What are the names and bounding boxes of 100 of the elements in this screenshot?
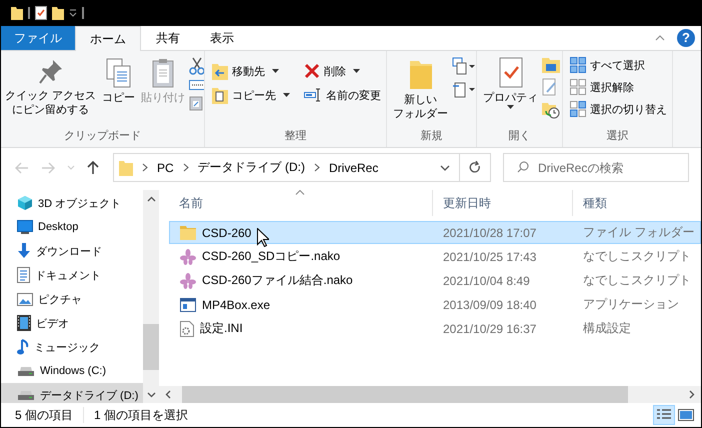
modified-date: 2021/10/04 8:49 xyxy=(442,274,531,288)
nav-item[interactable]: データドライブ (D:) xyxy=(1,383,143,403)
group-label: 新規 xyxy=(420,128,444,144)
breadcrumb[interactable]: DriveRec xyxy=(329,160,378,174)
chevron-icon[interactable] xyxy=(314,163,320,172)
delete-button[interactable]: 削除 xyxy=(301,61,384,81)
nav-item[interactable]: Desktop xyxy=(1,215,143,239)
nav-item[interactable]: ピクチャ xyxy=(1,287,143,311)
nav-item[interactable]: ミュージック xyxy=(1,335,143,359)
modified-date: 2013/09/09 18:40 xyxy=(442,298,538,312)
properties-icon[interactable] xyxy=(35,6,47,20)
up-icon[interactable] xyxy=(87,160,99,174)
move-folder-icon xyxy=(212,62,228,80)
nav-item[interactable]: Windows (C:) xyxy=(1,359,143,383)
copy-path-icon[interactable] xyxy=(189,80,204,90)
flower-icon xyxy=(180,272,196,288)
scrollbar[interactable] xyxy=(143,190,159,403)
file-tab[interactable]: ファイル xyxy=(1,26,75,50)
caret-icon xyxy=(507,105,514,109)
refresh-icon[interactable] xyxy=(469,161,481,174)
copy-icon xyxy=(104,57,133,89)
scroll-right-icon[interactable] xyxy=(689,390,695,399)
settings-file-icon xyxy=(180,320,194,336)
ribbon-tab[interactable]: 表示 xyxy=(195,26,249,50)
new-folder-button[interactable]: 新しい フォルダー xyxy=(391,55,450,123)
column-header[interactable]: 更新日時 xyxy=(433,190,573,216)
select-option[interactable]: 選択の切り替え xyxy=(567,99,670,119)
scroll-up-icon[interactable] xyxy=(146,196,156,202)
group-label: 選択 xyxy=(606,129,630,144)
file-type: アプリケーション xyxy=(582,296,680,313)
download-icon xyxy=(17,243,31,259)
pin-button[interactable]: クイック アクセス にピン留めする xyxy=(3,55,98,119)
details-view-button[interactable] xyxy=(653,405,675,425)
file-type: 構成設定 xyxy=(582,320,632,337)
copy-button[interactable]: コピー xyxy=(100,55,138,107)
file-row[interactable]: CSD-260_SDコピー.nako 2021/10/25 17:43 なでしこスクリプト xyxy=(169,245,701,268)
scroll-thumb[interactable] xyxy=(182,386,628,403)
file-name: 設定.INI xyxy=(200,320,243,337)
history-icon[interactable] xyxy=(542,101,560,119)
scroll-left-icon[interactable] xyxy=(165,390,171,399)
dropdown-icon[interactable] xyxy=(440,164,450,170)
caret-icon xyxy=(272,69,279,73)
rename-icon xyxy=(304,88,322,102)
folder-icon[interactable] xyxy=(11,6,23,20)
selection-count: 1 個の項目を選択 xyxy=(94,406,188,424)
scroll-down-icon[interactable] xyxy=(146,392,156,398)
dropdown-icon[interactable] xyxy=(69,9,77,17)
select-option[interactable]: 選択解除 xyxy=(567,77,670,97)
select-all-icon xyxy=(570,57,586,73)
collapse-ribbon-icon[interactable] xyxy=(655,35,665,41)
properties-button[interactable]: プロパティ xyxy=(481,55,540,113)
mouse-cursor-icon xyxy=(257,228,269,247)
nav-item[interactable]: ダウンロード xyxy=(1,239,143,263)
modified-date: 2021/10/25 17:43 xyxy=(442,250,538,264)
folder-icon[interactable] xyxy=(52,6,64,20)
flower-icon xyxy=(180,248,196,264)
group-label: クリップボード xyxy=(63,128,142,144)
copy-folder-icon xyxy=(212,86,228,104)
ribbon-tab[interactable]: 共有 xyxy=(141,26,195,50)
column-header[interactable]: 名前 xyxy=(169,190,433,216)
move-to-button[interactable]: 移動先 xyxy=(209,61,293,81)
modified-date: 2021/10/29 16:37 xyxy=(442,322,538,336)
details-icon xyxy=(656,408,672,422)
breadcrumb[interactable]: データドライブ (D:) xyxy=(198,159,305,176)
file-name: CSD-260ファイル結合.nako xyxy=(202,272,353,289)
nav-item[interactable]: 3D オブジェクト xyxy=(1,191,143,215)
delete-icon xyxy=(304,63,320,79)
select-option[interactable]: すべて選択 xyxy=(567,55,670,75)
caret-icon xyxy=(283,93,290,97)
scissors-icon[interactable] xyxy=(189,57,204,75)
search-field[interactable]: DriveRecの検索 xyxy=(503,153,689,182)
file-type: なでしこスクリプト xyxy=(582,248,692,265)
file-row[interactable]: MP4Box.exe 2013/09/09 18:40 アプリケーション xyxy=(169,293,701,316)
breadcrumb[interactable]: PC xyxy=(157,160,174,174)
address-bar[interactable]: PC データドライブ (D:) DriveRec xyxy=(113,153,491,182)
rename-button[interactable]: 名前の変更 xyxy=(301,85,384,105)
chevron-icon[interactable] xyxy=(182,163,189,172)
music-note-icon xyxy=(17,339,29,355)
new-item-icon[interactable] xyxy=(452,57,476,75)
chevron-icon[interactable] xyxy=(142,163,148,172)
file-name: CSD-260_SDコピー.nako xyxy=(202,248,340,265)
copy-to-button[interactable]: コピー先 xyxy=(209,85,293,105)
ribbon-tab[interactable]: ホーム xyxy=(75,26,141,51)
file-row[interactable]: 設定.INI 2021/10/29 16:37 構成設定 xyxy=(169,317,701,340)
scroll-thumb[interactable] xyxy=(143,324,159,370)
help-button[interactable]: ? xyxy=(677,29,695,47)
cube-icon xyxy=(17,195,33,211)
scrollbar[interactable] xyxy=(159,386,701,403)
properties-icon xyxy=(496,57,524,89)
nav-item[interactable]: ドキュメント xyxy=(1,263,143,287)
column-header[interactable]: 種類 xyxy=(573,190,701,216)
easy-access-icon[interactable] xyxy=(452,80,476,98)
file-name: MP4Box.exe xyxy=(202,298,270,312)
sort-icon xyxy=(295,190,305,195)
select-none-icon xyxy=(570,79,586,95)
nav-item[interactable]: ビデオ xyxy=(1,311,143,335)
file-row[interactable]: CSD-260ファイル結合.nako 2021/10/04 8:49 なでしこスクリプト xyxy=(169,269,701,292)
open-folder-icon[interactable] xyxy=(542,57,562,73)
paste-shortcut-icon[interactable] xyxy=(189,95,204,111)
file-row[interactable]: CSD-260 2021/10/28 17:07 ファイル フォルダー xyxy=(169,221,701,244)
